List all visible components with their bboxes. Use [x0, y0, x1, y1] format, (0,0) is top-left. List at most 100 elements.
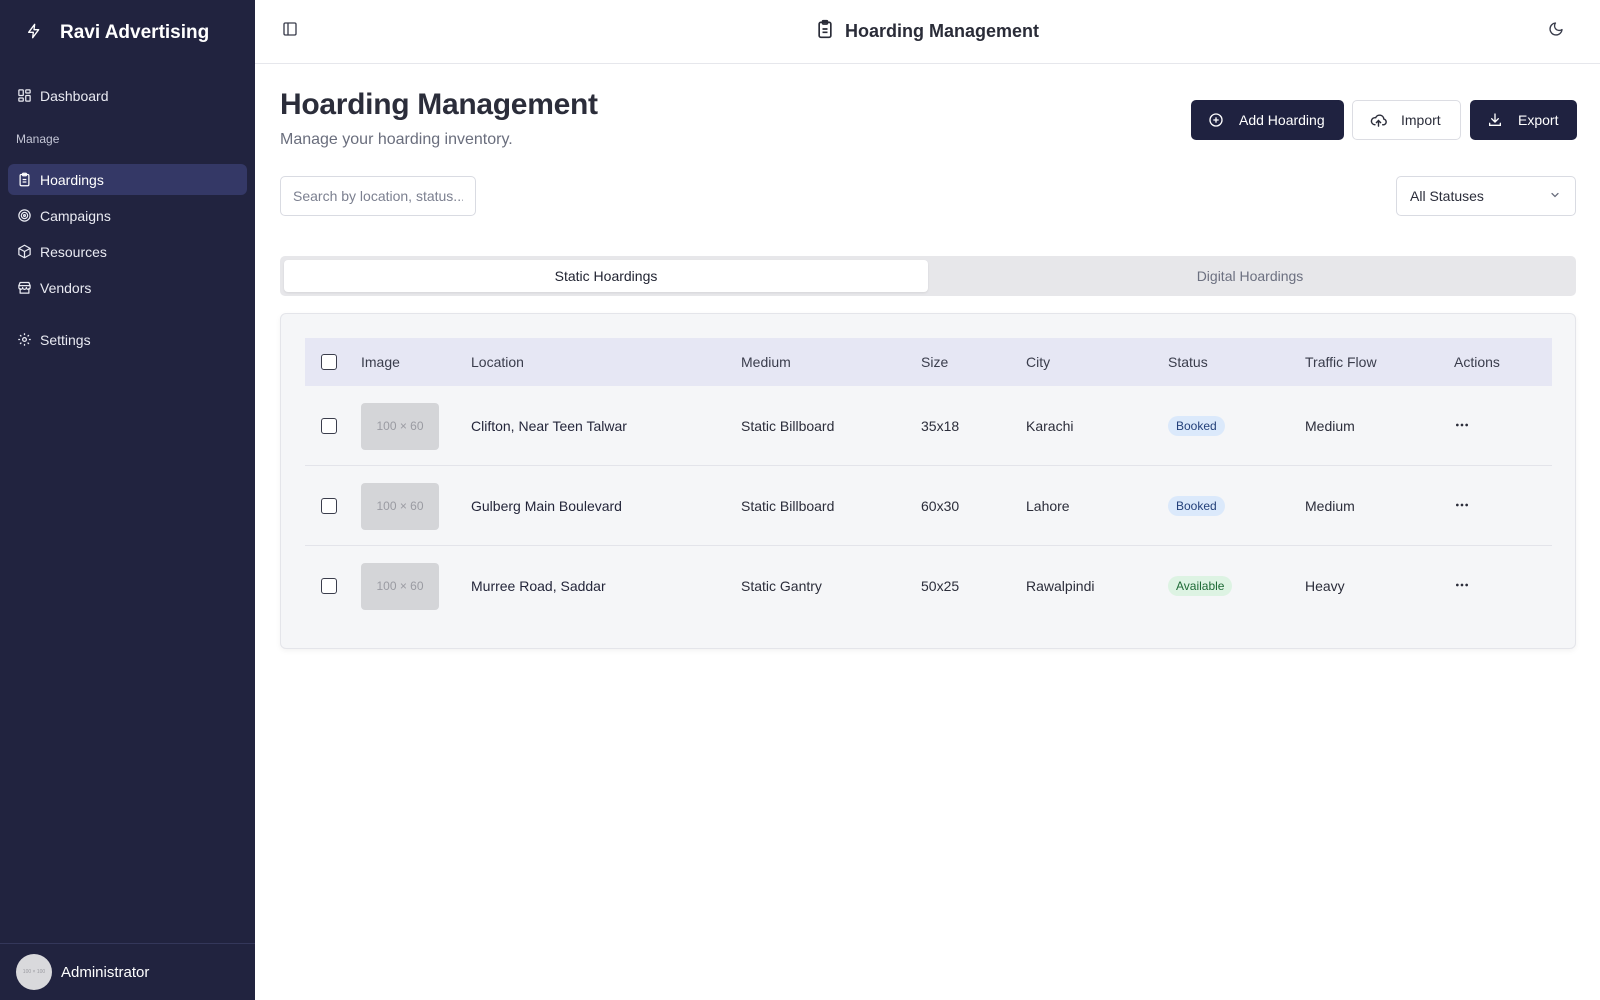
city-cell: Rawalpindi	[1026, 578, 1095, 594]
add-hoarding-button[interactable]: Add Hoarding	[1191, 100, 1344, 140]
moon-icon	[1548, 21, 1564, 42]
sidebar-item-hoardings[interactable]: Hoardings	[8, 164, 247, 195]
sidebar-item-label: Vendors	[40, 279, 92, 296]
traffic-cell: Medium	[1305, 418, 1355, 434]
clipboard-icon	[815, 18, 835, 45]
row-select-cell	[321, 466, 337, 546]
actions-cell	[1450, 466, 1474, 546]
sidebar-item-campaigns[interactable]: Campaigns	[8, 200, 247, 231]
export-button[interactable]: Export	[1470, 100, 1577, 140]
import-button[interactable]: Import	[1352, 100, 1461, 140]
table-row[interactable]: 100 × 60 Murree Road, Saddar Static Gant…	[305, 546, 1552, 626]
actions-cell	[1450, 386, 1474, 466]
user-menu[interactable]: 100 × 100 Administrator	[0, 943, 255, 1000]
sidebar-item-label: Campaigns	[40, 207, 111, 224]
image-cell: 100 × 60	[361, 546, 439, 626]
box-icon	[16, 244, 32, 260]
target-icon	[16, 208, 32, 224]
column-header-city[interactable]: City	[1026, 338, 1050, 386]
sidebar-item-label: Settings	[40, 331, 91, 348]
traffic-cell: Heavy	[1305, 578, 1345, 594]
location-cell: Murree Road, Saddar	[471, 578, 606, 594]
medium-cell: Static Gantry	[741, 578, 822, 594]
sidebar-item-vendors[interactable]: Vendors	[8, 272, 247, 303]
clipboard-icon	[16, 172, 32, 188]
table-header: Image Location Medium Size City Status T…	[305, 338, 1552, 386]
add-hoarding-label: Add Hoarding	[1239, 112, 1325, 128]
status-badge: Available	[1168, 576, 1233, 596]
status-badge: Booked	[1168, 496, 1225, 516]
hoarding-thumbnail: 100 × 60	[361, 562, 439, 610]
column-header-medium[interactable]: Medium	[741, 338, 791, 386]
sidebar-item-dashboard[interactable]: Dashboard	[8, 80, 247, 111]
sidebar: Ravi Advertising Dashboard Manage Hoardi…	[0, 0, 255, 1000]
sidebar-item-settings[interactable]: Settings	[8, 324, 247, 355]
section-label-manage: Manage	[16, 132, 60, 146]
top-bar: Hoarding Management	[255, 0, 1600, 64]
row-actions-button[interactable]	[1450, 414, 1474, 438]
hoarding-type-tabs: Static Hoardings Digital Hoardings	[280, 256, 1576, 296]
location-cell: Gulberg Main Boulevard	[471, 498, 622, 514]
actions-cell	[1450, 546, 1474, 626]
brand[interactable]: Ravi Advertising	[26, 22, 209, 44]
table-row[interactable]: 100 × 60 Clifton, Near Teen Talwar Stati…	[305, 386, 1552, 466]
column-header-size[interactable]: Size	[921, 338, 948, 386]
column-header-location[interactable]: Location	[471, 338, 524, 386]
row-actions-button[interactable]	[1450, 494, 1474, 518]
column-header-image: Image	[361, 354, 400, 370]
export-label: Export	[1518, 112, 1559, 128]
avatar: 100 × 100	[16, 954, 52, 990]
select-all-checkbox[interactable]	[321, 354, 337, 370]
sidebar-item-resources[interactable]: Resources	[8, 236, 247, 267]
image-cell: 100 × 60	[361, 466, 439, 546]
column-header-actions: Actions	[1454, 354, 1500, 370]
size-cell: 60x30	[921, 498, 960, 514]
more-horizontal-icon	[1454, 417, 1470, 436]
top-title: Hoarding Management	[815, 18, 1039, 45]
status-cell: Booked	[1168, 466, 1225, 546]
row-actions-button[interactable]	[1450, 574, 1474, 598]
medium-cell: Static Billboard	[741, 418, 835, 434]
search-input[interactable]	[280, 176, 476, 216]
size-cell: 50x25	[921, 578, 960, 594]
tab-digital-hoardings[interactable]: Digital Hoardings	[928, 260, 1572, 292]
panel-left-icon	[282, 21, 298, 42]
medium-cell: Static Billboard	[741, 498, 835, 514]
sidebar-item-label: Hoardings	[40, 171, 104, 188]
more-horizontal-icon	[1454, 497, 1470, 516]
traffic-cell: Medium	[1305, 498, 1355, 514]
top-title-text: Hoarding Management	[845, 21, 1040, 41]
sidebar-item-label: Resources	[40, 243, 107, 260]
download-icon	[1486, 111, 1504, 129]
tab-static-hoardings[interactable]: Static Hoardings	[284, 260, 928, 292]
row-checkbox[interactable]	[321, 578, 337, 594]
table-row[interactable]: 100 × 60 Gulberg Main Boulevard Static B…	[305, 466, 1552, 546]
chevron-down-icon	[1549, 188, 1561, 204]
page-subtitle: Manage your hoarding inventory.	[280, 131, 513, 148]
sidebar-toggle-button[interactable]	[279, 20, 301, 42]
theme-toggle-button[interactable]	[1545, 20, 1567, 42]
status-cell: Available	[1168, 546, 1233, 626]
city-cell: Karachi	[1026, 418, 1074, 434]
page-title: Hoarding Management	[280, 88, 598, 121]
row-checkbox[interactable]	[321, 498, 337, 514]
brand-name: Ravi Advertising	[60, 22, 210, 43]
status-cell: Booked	[1168, 386, 1225, 466]
location-cell: Clifton, Near Teen Talwar	[471, 418, 627, 434]
more-horizontal-icon	[1454, 577, 1470, 596]
lightning-icon	[26, 23, 42, 44]
column-header-status[interactable]: Status	[1168, 338, 1208, 386]
user-name: Administrator	[61, 963, 150, 981]
row-select-cell	[321, 546, 337, 626]
dashboard-icon	[16, 88, 32, 104]
city-cell: Lahore	[1026, 498, 1070, 514]
sidebar-item-label: Dashboard	[40, 87, 109, 104]
column-header-traffic-flow[interactable]: Traffic Flow	[1305, 338, 1377, 386]
upload-cloud-icon	[1369, 111, 1387, 129]
image-cell: 100 × 60	[361, 386, 439, 466]
status-filter-value: All Statuses	[1410, 188, 1484, 204]
gear-icon	[16, 332, 32, 348]
import-label: Import	[1401, 112, 1441, 128]
status-filter-select[interactable]: All Statuses	[1396, 176, 1576, 216]
row-checkbox[interactable]	[321, 418, 337, 434]
